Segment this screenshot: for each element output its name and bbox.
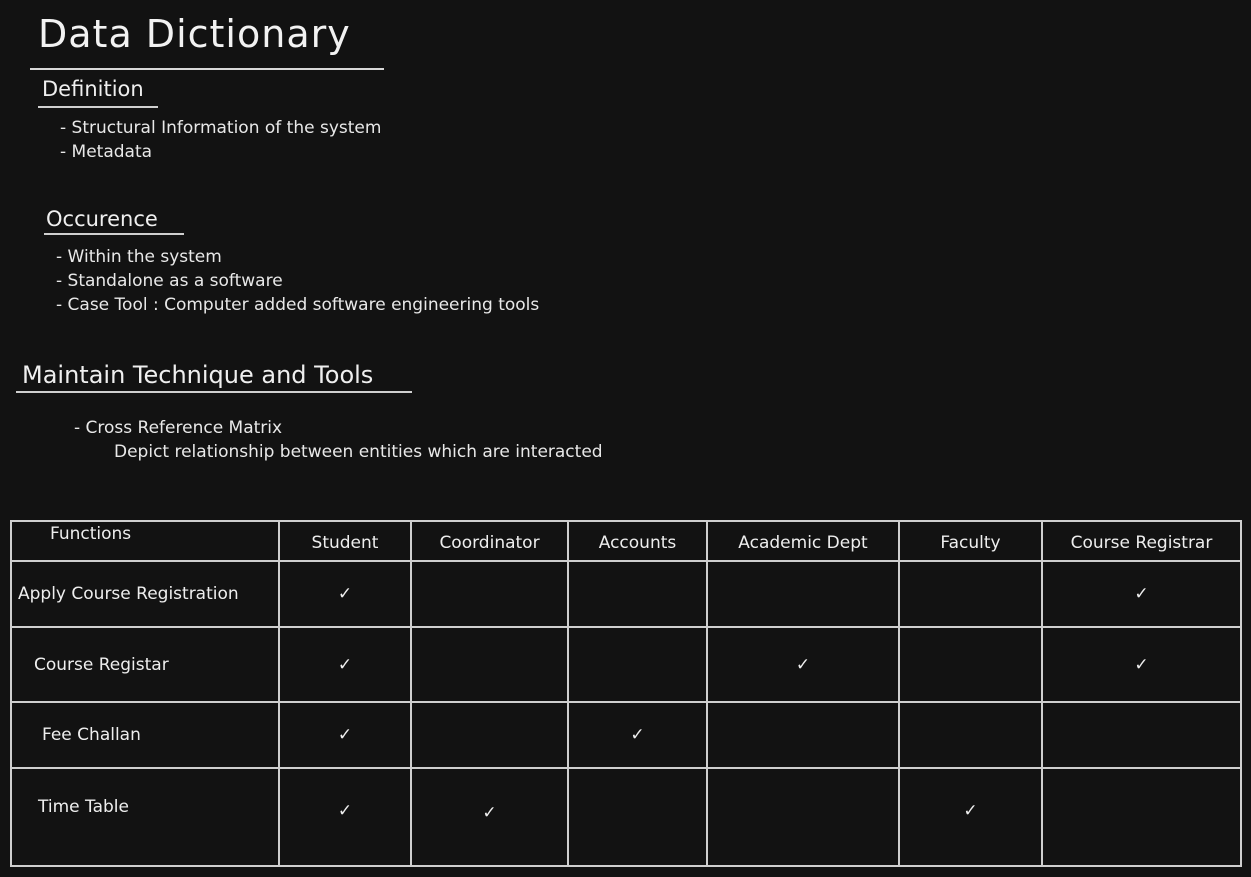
table-row: Apply Course Registration ✓ ✓ — [10, 560, 1242, 628]
function-name: Course Registar — [10, 626, 280, 703]
matrix-cell — [706, 767, 900, 867]
function-name: Apply Course Registration — [10, 560, 280, 628]
definition-item: - Structural Information of the system — [60, 118, 382, 138]
table-row: Time Table ✓ ✓ ✓ — [10, 767, 1242, 867]
occurence-item: - Case Tool : Computer added software en… — [56, 295, 540, 315]
definition-underline — [38, 106, 158, 108]
cross-reference-matrix: Functions Student Coordinator Accounts A… — [10, 520, 1242, 867]
definition-heading: Definition — [42, 77, 144, 101]
definition-item: - Metadata — [60, 142, 153, 162]
matrix-cell — [567, 767, 708, 867]
matrix-cell — [410, 626, 569, 703]
matrix-cell — [567, 626, 708, 703]
table-row: Fee Challan ✓ ✓ — [10, 701, 1242, 769]
column-header: Student — [278, 520, 412, 562]
matrix-cell — [1041, 767, 1242, 867]
matrix-header-row: Functions Student Coordinator Accounts A… — [10, 520, 1242, 562]
occurence-underline — [44, 233, 184, 235]
column-header: Academic Dept — [706, 520, 900, 562]
matrix-cell — [410, 560, 569, 628]
function-name: Fee Challan — [10, 701, 280, 769]
occurence-item: - Within the system — [56, 247, 222, 267]
check-icon: ✓ — [567, 701, 708, 769]
check-icon: ✓ — [278, 626, 412, 703]
check-icon: ✓ — [898, 767, 1043, 867]
matrix-cell — [567, 560, 708, 628]
matrix-cell — [898, 626, 1043, 703]
maintain-heading: Maintain Technique and Tools — [22, 361, 374, 389]
column-header: Course Registrar — [1041, 520, 1242, 562]
matrix-cell — [898, 701, 1043, 769]
check-icon: ✓ — [1041, 626, 1242, 703]
occurence-item: - Standalone as a software — [56, 271, 283, 291]
matrix-cell — [410, 701, 569, 769]
column-header: Coordinator — [410, 520, 569, 562]
check-icon: ✓ — [1041, 560, 1242, 628]
title-underline — [30, 68, 384, 70]
occurence-heading: Occurence — [46, 207, 158, 231]
check-icon: ✓ — [706, 626, 900, 703]
matrix-cell — [706, 560, 900, 628]
check-icon: ✓ — [278, 701, 412, 769]
column-header: Faculty — [898, 520, 1043, 562]
maintain-underline — [16, 391, 412, 393]
maintain-item: - Cross Reference Matrix — [74, 418, 283, 438]
check-icon: ✓ — [278, 767, 412, 867]
check-icon: ✓ — [410, 767, 569, 867]
matrix-cell — [706, 701, 900, 769]
column-header: Functions — [10, 520, 280, 562]
function-name: Time Table — [10, 767, 280, 867]
matrix-cell — [1041, 701, 1242, 769]
table-row: Course Registar ✓ ✓ ✓ — [10, 626, 1242, 703]
page-title: Data Dictionary — [38, 12, 351, 56]
matrix-cell — [898, 560, 1043, 628]
column-header: Accounts — [567, 520, 708, 562]
check-icon: ✓ — [278, 560, 412, 628]
maintain-item: Depict relationship between entities whi… — [114, 442, 603, 462]
